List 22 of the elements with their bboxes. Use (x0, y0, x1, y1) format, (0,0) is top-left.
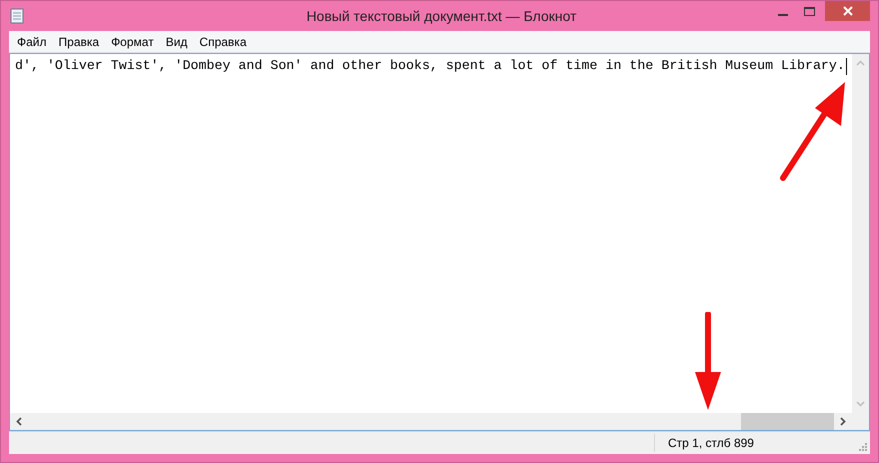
cursor-position: Стр 1, стлб 899 (668, 436, 754, 450)
menu-item[interactable]: Формат (105, 32, 160, 50)
scroll-down-icon[interactable] (856, 401, 865, 407)
scroll-left-icon[interactable] (16, 417, 22, 426)
text-area[interactable]: d', 'Oliver Twist', 'Dombey and Son' and other books, spent a lot of time in the British Museum Library. (9, 53, 870, 431)
window-title: Новый текстовый документ.txt — Блокнот (306, 8, 577, 24)
close-icon (842, 6, 852, 16)
menu-item[interactable]: Правка (52, 32, 106, 50)
document-text: d', 'Oliver Twist', 'Dombey and Son' and other books, spent a lot of time in the British Museum Library. (15, 58, 845, 73)
menu-item[interactable]: Файл (11, 32, 53, 50)
notepad-icon (10, 8, 24, 24)
scroll-right-icon[interactable] (840, 417, 846, 426)
minimize-icon (778, 14, 788, 16)
scroll-up-icon[interactable] (856, 60, 865, 66)
close-button[interactable] (825, 1, 870, 21)
text-cursor (846, 58, 847, 75)
arrow-icon (693, 312, 723, 412)
resize-grip-icon[interactable] (858, 442, 868, 452)
menu-item[interactable]: Справка (193, 32, 252, 50)
menu-item[interactable]: Вид (160, 32, 194, 50)
scrollbar-thumb[interactable] (741, 413, 834, 430)
maximize-icon (804, 6, 815, 16)
